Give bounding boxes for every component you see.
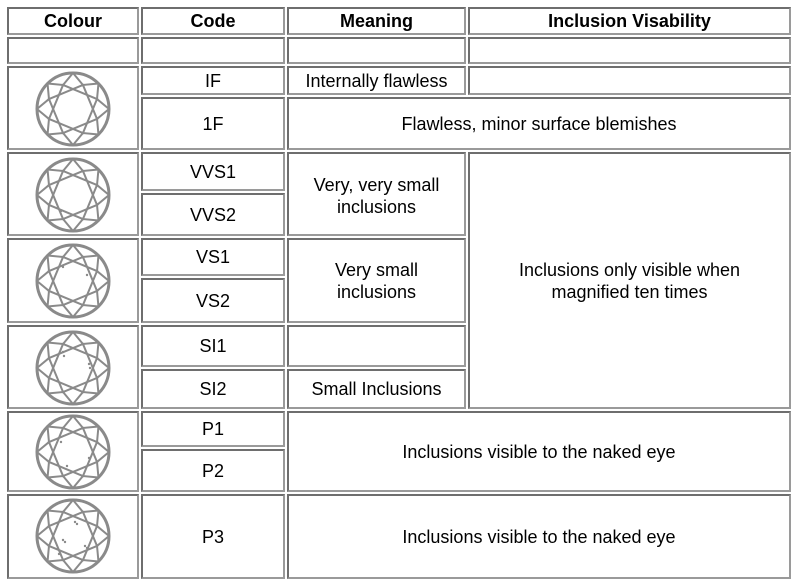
code-p1: P1 xyxy=(141,411,285,447)
header-inclusion-visibility: Inclusion Visability xyxy=(468,7,791,35)
code-p2: P2 xyxy=(141,449,285,492)
code-vs2: VS2 xyxy=(141,278,285,323)
meaning-if: Internally flawless xyxy=(287,66,466,95)
code-vvs2: VVS2 xyxy=(141,193,285,236)
code-if: IF xyxy=(141,66,285,95)
empty-cell xyxy=(7,37,139,64)
diamond-si-icon xyxy=(33,328,113,408)
visibility-if xyxy=(468,66,791,95)
visibility-p3: Inclusions visible to the naked eye xyxy=(287,494,791,579)
diamond-flawless-icon xyxy=(33,69,113,149)
empty-cell xyxy=(287,37,466,64)
code-si1: SI1 xyxy=(141,325,285,367)
meaning-visibility-1f: Flawless, minor surface blemishes xyxy=(287,97,791,150)
diamond-vs-icon xyxy=(33,241,113,321)
header-code: Code xyxy=(141,7,285,35)
meaning-vvs: Very, very small inclusions xyxy=(287,152,466,236)
meaning-si2: Small Inclusions xyxy=(287,369,466,409)
diamond-p1-p2-icon xyxy=(33,412,113,492)
visibility-magnified: Inclusions only visible when magnified t… xyxy=(468,152,791,409)
code-vvs1: VVS1 xyxy=(141,152,285,191)
code-vs1: VS1 xyxy=(141,238,285,276)
header-colour: Colour xyxy=(7,7,139,35)
meaning-si1 xyxy=(287,325,466,367)
code-1f: 1F xyxy=(141,97,285,150)
code-p3: P3 xyxy=(141,494,285,579)
visibility-p1-p2: Inclusions visible to the naked eye xyxy=(287,411,791,492)
header-meaning: Meaning xyxy=(287,7,466,35)
empty-cell xyxy=(468,37,791,64)
meaning-vs: Very small inclusions xyxy=(287,238,466,323)
code-si2: SI2 xyxy=(141,369,285,409)
empty-cell xyxy=(141,37,285,64)
diamond-p3-icon xyxy=(33,496,113,576)
diamond-vvs-icon xyxy=(33,155,113,235)
